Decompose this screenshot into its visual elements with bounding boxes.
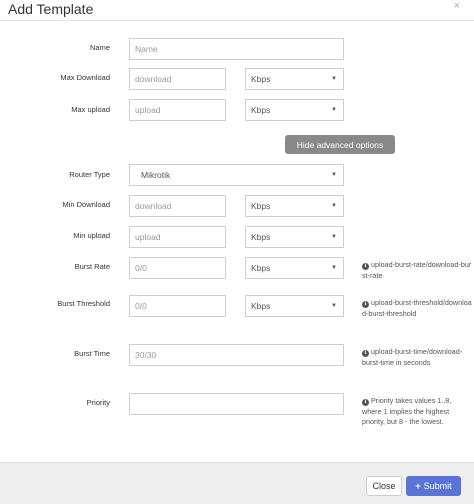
info-circle-icon: i [362,350,369,357]
priority-help-text: Priority takes values 1..8, where 1 impl… [362,396,452,426]
info-circle-icon: i [362,263,369,270]
min-upload-unit-value: Kbps [251,232,271,242]
info-circle-icon: i [362,301,369,308]
max-upload-unit-value: Kbps [251,105,271,115]
caret-down-icon: ▼ [331,76,337,82]
burst-time-help-text: upload-burst-time/download-burst-time in… [362,347,463,367]
caret-down-icon: ▼ [331,303,337,309]
max-upload-label: Max upload [71,105,110,114]
burst-rate-input[interactable]: 0/0 [129,257,226,279]
hide-advanced-options-button[interactable]: Hide advanced options [285,135,395,154]
min-download-unit-select[interactable]: Kbps ▼ [245,195,344,217]
header-divider [0,20,474,21]
burst-time-help: i upload-burst-time/download-burst-time i… [362,347,472,368]
max-upload-unit-select[interactable]: Kbps ▼ [245,99,344,121]
priority-input[interactable] [129,393,344,415]
burst-time-input[interactable]: 30/30 [129,344,344,366]
max-download-unit-select[interactable]: Kbps ▼ [245,68,344,90]
burst-rate-unit-value: Kbps [251,263,271,273]
submit-button-label: Submit [423,481,452,491]
router-type-select[interactable]: Mikrotik ▼ [129,164,344,186]
burst-rate-unit-select[interactable]: Kbps ▼ [245,257,344,279]
submit-button[interactable]: + Submit [406,476,461,496]
burst-rate-label: Burst Rate [74,262,110,271]
caret-down-icon: ▼ [331,107,337,113]
burst-threshold-unit-value: Kbps [251,301,271,311]
min-download-label: Min Download [62,200,110,209]
caret-down-icon: ▼ [331,203,337,209]
min-upload-label: Min upload [73,231,110,240]
burst-threshold-label: Burst Threshold [57,299,110,308]
caret-down-icon: ▼ [331,172,337,178]
max-download-label: Max Download [60,73,110,82]
close-icon[interactable]: × [454,0,460,12]
priority-label: Priority [86,398,110,407]
name-input[interactable]: Name [129,38,344,60]
priority-help: i Priority takes values 1..8, where 1 imp… [362,396,472,428]
burst-threshold-help-text: upload-burst-threshold/download-burst-th… [362,298,472,318]
burst-rate-help: i upload-burst-rate/download-burst-rate [362,260,472,281]
info-circle-icon: i [362,399,369,406]
name-label: Name [89,43,110,52]
burst-threshold-input[interactable]: 0/0 [129,295,226,317]
min-upload-unit-select[interactable]: Kbps ▼ [245,226,344,248]
modal-footer [0,462,474,504]
caret-down-icon: ▼ [331,265,337,271]
burst-threshold-help: i upload-burst-threshold/download-burst-t… [362,298,472,319]
max-download-unit-value: Kbps [251,74,271,84]
caret-down-icon: ▼ [331,234,337,240]
max-download-input[interactable]: download [129,68,226,90]
router-type-value: Mikrotik [141,170,171,180]
modal-title: Add Template [8,1,94,17]
burst-time-label: Burst Time [74,349,110,358]
burst-rate-help-text: upload-burst-rate/download-burst-rate [362,260,472,280]
burst-threshold-unit-select[interactable]: Kbps ▼ [245,295,344,317]
plus-icon: + [415,481,421,491]
min-download-unit-value: Kbps [251,201,271,211]
min-upload-input[interactable]: upload [129,226,226,248]
close-button[interactable]: Close [366,476,402,496]
max-upload-input[interactable]: upload [129,99,226,121]
router-type-label: Router Type [69,170,110,179]
min-download-input[interactable]: download [129,195,226,217]
